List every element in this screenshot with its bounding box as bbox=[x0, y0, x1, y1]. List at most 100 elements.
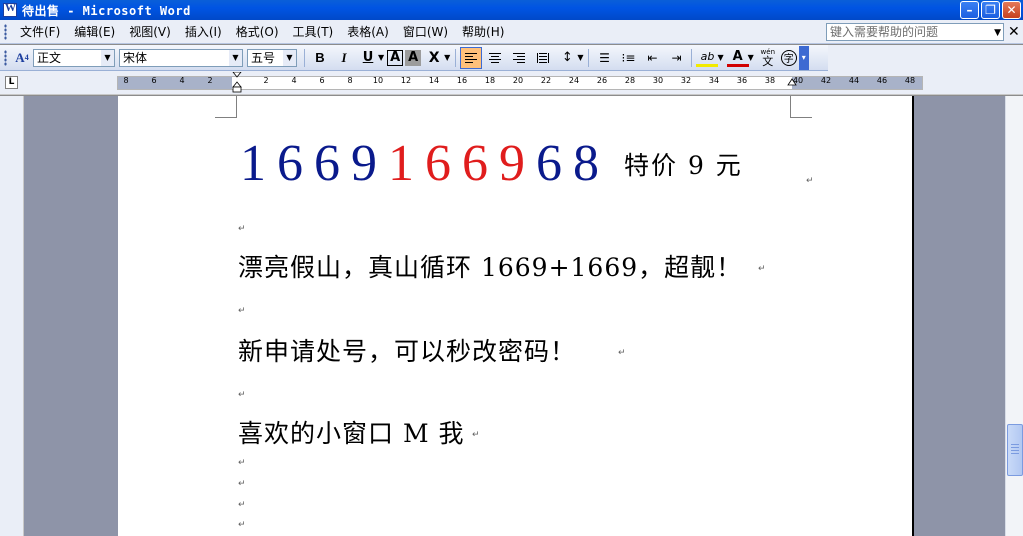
headline-paragraph[interactable]: 1669166968 特价 9 元 bbox=[240, 134, 743, 193]
italic-button[interactable]: I bbox=[333, 47, 355, 69]
font-size-select[interactable]: 五号 ▼ bbox=[247, 48, 297, 67]
toolbar-separator bbox=[691, 48, 693, 67]
align-center-icon bbox=[489, 52, 502, 63]
char-shading-button[interactable]: A bbox=[405, 49, 422, 66]
ruler-label: 34 bbox=[708, 76, 720, 85]
ruler-label: 24 bbox=[568, 76, 580, 85]
distributed-align-button[interactable] bbox=[532, 47, 554, 69]
ruler-label: 4 bbox=[291, 76, 297, 85]
chevron-down-icon[interactable]: ▼ bbox=[748, 53, 754, 62]
decrease-indent-button[interactable]: ⇤ bbox=[641, 47, 663, 69]
maximize-button[interactable]: ❐ bbox=[981, 1, 1000, 19]
right-indent-marker-icon[interactable] bbox=[787, 77, 797, 90]
align-right-icon bbox=[513, 52, 526, 63]
menu-format[interactable]: 格式(O) bbox=[229, 23, 286, 40]
chevron-down-icon[interactable]: ▼ bbox=[577, 53, 583, 62]
paragraph-mark-icon: ↵ bbox=[238, 500, 246, 510]
word-app-icon[interactable] bbox=[3, 2, 17, 17]
document-page[interactable]: 1669166968 特价 9 元 ↵ ↵ 漂亮假山，真山循环 1669+1669… bbox=[118, 96, 914, 536]
headline-price: 特价 9 元 bbox=[624, 151, 743, 180]
line-spacing-button[interactable]: ↕ bbox=[556, 47, 578, 69]
align-left-button[interactable] bbox=[460, 46, 483, 69]
ruler-label: 28 bbox=[624, 76, 636, 85]
indent-marker-icon[interactable] bbox=[232, 72, 242, 94]
paragraph-mark-icon: ↵ bbox=[758, 264, 766, 274]
document-close-icon[interactable]: ✕ bbox=[1008, 24, 1020, 40]
align-right-button[interactable] bbox=[508, 47, 530, 69]
ruler-label: 44 bbox=[848, 76, 860, 85]
chevron-down-icon[interactable]: ▼ bbox=[444, 53, 450, 62]
highlight-button[interactable]: ab bbox=[696, 49, 719, 67]
grip-icon bbox=[1008, 425, 1022, 454]
increase-indent-button[interactable]: ⇥ bbox=[665, 47, 687, 69]
ruler-label: 10 bbox=[372, 76, 384, 85]
ruler-label: 6 bbox=[319, 76, 325, 85]
ruler-label: 18 bbox=[484, 76, 496, 85]
scrollbar-thumb[interactable] bbox=[1007, 424, 1023, 476]
menu-tools[interactable]: 工具(T) bbox=[286, 23, 341, 40]
menu-table[interactable]: 表格(A) bbox=[340, 23, 396, 40]
numbering-button[interactable]: ☰ bbox=[593, 47, 615, 69]
phonetic-char: 文 bbox=[762, 54, 774, 68]
menu-grip-icon[interactable] bbox=[4, 23, 7, 40]
ruler-label: 42 bbox=[820, 76, 832, 85]
title-bar: 待出售 - Microsoft Word – ❐ ✕ bbox=[0, 0, 1023, 20]
paragraph-mark-icon: ↵ bbox=[238, 479, 246, 489]
body-paragraph-3[interactable]: 喜欢的小窗口 M 我 bbox=[238, 414, 465, 450]
ruler-label: 20 bbox=[512, 76, 524, 85]
body-paragraph-1[interactable]: 漂亮假山，真山循环 1669+1669，超靓！ bbox=[238, 248, 742, 284]
underline-button[interactable]: U bbox=[357, 47, 379, 69]
chevron-down-icon[interactable]: ▼ bbox=[101, 49, 114, 66]
align-left-icon bbox=[465, 52, 478, 63]
menu-file[interactable]: 文件(F) bbox=[13, 23, 67, 40]
phonetic-guide-button[interactable]: wén 文 bbox=[757, 47, 779, 69]
paragraph-mark-icon: ↵ bbox=[238, 458, 246, 468]
toolbar-separator bbox=[455, 48, 457, 67]
ruler-bar: L 8 6 4 2 2 4 6 8 10 12 14 16 18 20 22 2… bbox=[0, 71, 1023, 95]
chevron-down-icon[interactable]: ▼ bbox=[994, 25, 1001, 41]
font-color-button[interactable]: A bbox=[726, 49, 749, 67]
toolbar-options-icon[interactable]: ▾ bbox=[798, 45, 809, 70]
paragraph-mark-icon: ↵ bbox=[238, 224, 246, 234]
styles-pane-icon[interactable]: A4 bbox=[13, 49, 31, 67]
font-value: 宋体 bbox=[123, 50, 148, 65]
menu-view[interactable]: 视图(V) bbox=[122, 23, 178, 40]
ruler-label: 8 bbox=[347, 76, 353, 85]
help-search-input[interactable]: 键入需要帮助的问题 ▼ bbox=[826, 23, 1004, 41]
menu-edit[interactable]: 编辑(E) bbox=[67, 23, 122, 40]
body-paragraph-2[interactable]: 新申请处号，可以秒改密码！ bbox=[238, 332, 576, 368]
bold-button[interactable]: B bbox=[309, 47, 331, 69]
ruler-label: 46 bbox=[876, 76, 888, 85]
ruler-label: 26 bbox=[596, 76, 608, 85]
char-border-button[interactable]: A bbox=[387, 49, 404, 66]
style-select[interactable]: 正文 ▼ bbox=[33, 48, 115, 67]
ruler-label: 36 bbox=[736, 76, 748, 85]
font-select[interactable]: 宋体 ▼ bbox=[119, 48, 243, 67]
ruler-label: 30 bbox=[652, 76, 664, 85]
ruler-label: 32 bbox=[680, 76, 692, 85]
bullets-button[interactable]: ⁝≡ bbox=[617, 47, 639, 69]
minimize-button[interactable]: – bbox=[960, 1, 979, 19]
crop-mark bbox=[790, 96, 812, 118]
ruler-left-margin bbox=[118, 77, 232, 89]
ruler-label: 22 bbox=[540, 76, 552, 85]
chevron-down-icon[interactable]: ▼ bbox=[229, 49, 242, 66]
ruler-label: 2 bbox=[263, 76, 269, 85]
vertical-scrollbar[interactable] bbox=[1005, 96, 1023, 536]
close-button[interactable]: ✕ bbox=[1002, 1, 1021, 19]
ruler-label: 12 bbox=[400, 76, 412, 85]
toolbar-grip-icon[interactable] bbox=[4, 49, 7, 66]
ruler-label: 48 bbox=[904, 76, 916, 85]
tab-selector-button[interactable]: L bbox=[5, 76, 18, 89]
word-window: 待出售 - Microsoft Word – ❐ ✕ 文件(F) 编辑(E) 视… bbox=[0, 0, 1023, 536]
menu-insert[interactable]: 插入(I) bbox=[178, 23, 229, 40]
chevron-down-icon[interactable]: ▼ bbox=[717, 53, 723, 62]
char-scale-button[interactable]: X bbox=[423, 47, 445, 69]
menu-window[interactable]: 窗口(W) bbox=[396, 23, 455, 40]
enclose-char-button[interactable]: 字 bbox=[780, 49, 797, 66]
align-center-button[interactable] bbox=[484, 47, 506, 69]
ruler-label: 8 bbox=[123, 76, 129, 85]
chevron-down-icon[interactable]: ▼ bbox=[378, 53, 384, 62]
menu-help[interactable]: 帮助(H) bbox=[455, 23, 511, 40]
chevron-down-icon[interactable]: ▼ bbox=[283, 49, 296, 66]
